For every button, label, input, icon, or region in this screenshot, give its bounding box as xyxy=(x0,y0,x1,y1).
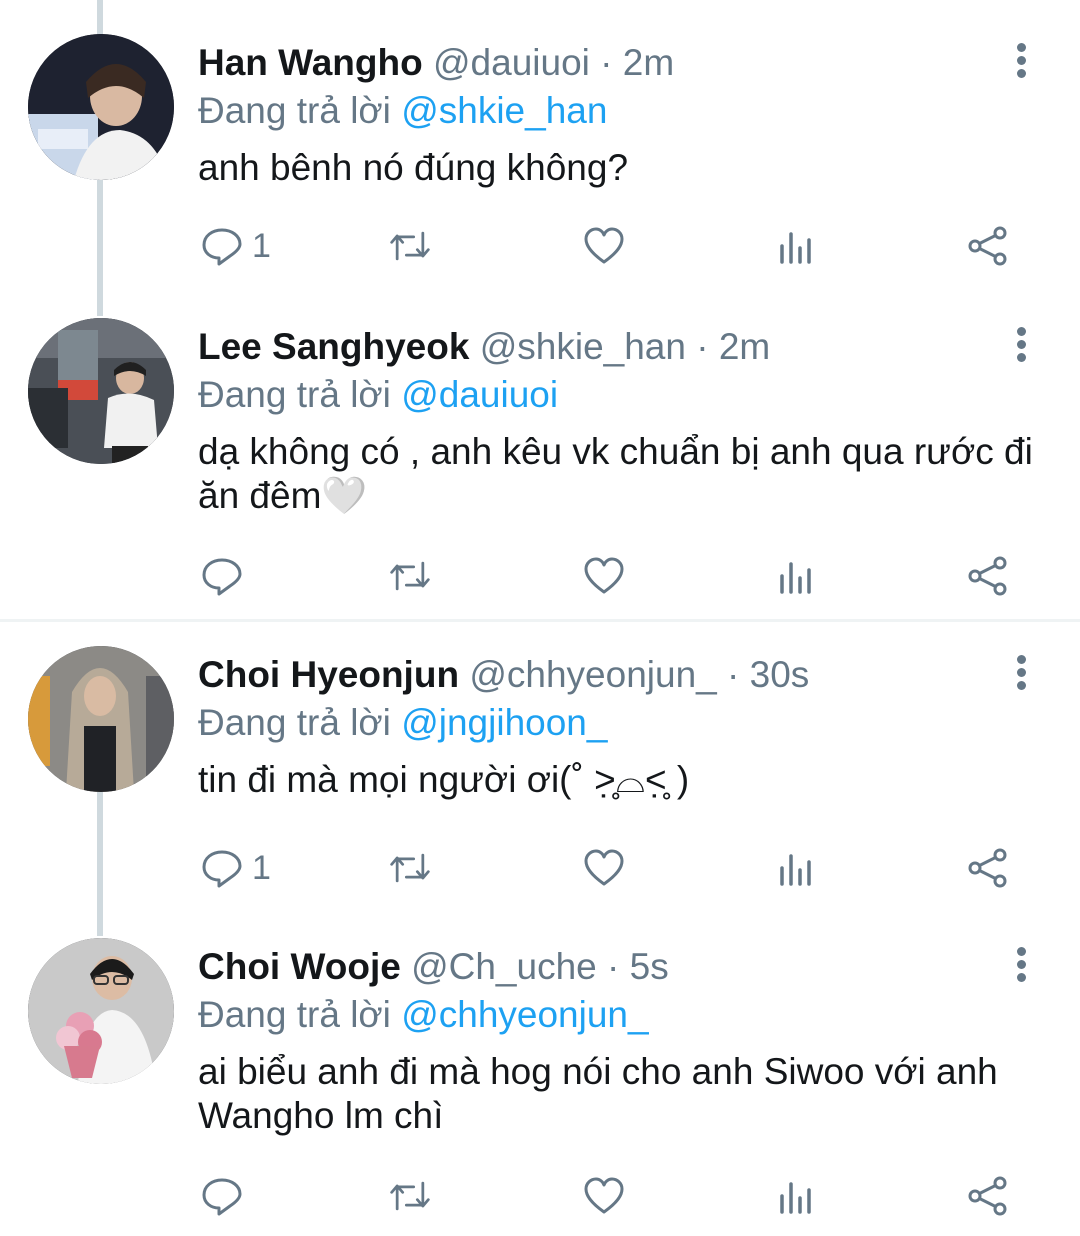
mention-link[interactable]: @dauiuoi xyxy=(401,374,558,415)
heart-icon xyxy=(584,849,624,886)
thread-line xyxy=(97,0,103,36)
mention-link[interactable]: @chhyeonjun_ xyxy=(401,994,648,1035)
reply-count: 1 xyxy=(252,226,271,265)
heart-icon xyxy=(584,1177,624,1214)
avatar[interactable] xyxy=(28,318,174,464)
tweet-text: tin đi mà mọi người ơi(˚ ˃̣̣̥⌓˂̣̣̥ ) xyxy=(198,759,690,800)
views-button[interactable] xyxy=(776,216,820,276)
views-icon xyxy=(780,232,811,264)
reply-icon xyxy=(202,1178,242,1216)
tweet-header: Choi Hyeonjun @chhyeonjun_ · 30s xyxy=(198,650,809,700)
like-button[interactable] xyxy=(582,1166,626,1226)
tweet-text: ai biểu anh đi mà hog nói cho anh Siwoo … xyxy=(198,1051,998,1136)
tweet-text: anh bênh nó đúng không? xyxy=(198,147,629,188)
more-vertical-icon[interactable] xyxy=(1006,944,1036,990)
views-icon xyxy=(780,1182,811,1214)
replying-to: Đang trả lời @jngjihoon_ xyxy=(198,698,607,748)
reply-button[interactable] xyxy=(200,546,252,606)
tweet-header: Han Wangho @dauiuoi · 2m xyxy=(198,38,674,88)
user-handle[interactable]: @chhyeonjun_ xyxy=(469,654,716,695)
views-icon xyxy=(780,562,811,594)
timestamp[interactable]: 5s xyxy=(630,946,669,987)
heart-icon xyxy=(584,227,624,264)
separator-dot: · xyxy=(596,946,630,987)
retweet-button[interactable] xyxy=(388,546,432,606)
retweet-button[interactable] xyxy=(388,216,432,276)
share-icon xyxy=(968,226,1007,266)
retweet-icon xyxy=(390,561,430,591)
mention-link[interactable]: @shkie_han xyxy=(401,90,607,131)
replying-to: Đang trả lời @chhyeonjun_ xyxy=(198,990,649,1040)
user-handle[interactable]: @dauiuoi xyxy=(433,42,590,83)
separator-dot: · xyxy=(716,654,750,695)
views-button[interactable] xyxy=(776,546,820,606)
display-name[interactable]: Lee Sanghyeok xyxy=(198,326,469,367)
tweet-actions xyxy=(0,1166,1080,1226)
heart-icon xyxy=(584,557,624,594)
reply-icon xyxy=(202,558,242,596)
replying-to: Đang trả lời @dauiuoi xyxy=(198,370,558,420)
display-name[interactable]: Han Wangho xyxy=(198,42,423,83)
share-button[interactable] xyxy=(966,1166,1010,1226)
retweet-icon xyxy=(390,853,430,883)
reply-icon xyxy=(202,850,242,888)
reply-icon xyxy=(202,228,242,266)
display-name[interactable]: Choi Hyeonjun xyxy=(198,654,459,695)
avatar[interactable] xyxy=(28,938,174,1084)
share-button[interactable] xyxy=(966,838,1010,898)
views-button[interactable] xyxy=(776,838,820,898)
more-vertical-icon[interactable] xyxy=(1006,652,1036,698)
reply-button[interactable]: 1 xyxy=(200,216,271,276)
divider xyxy=(0,619,1080,622)
tweet-text: dạ không có , anh kêu vk chuẩn bị anh qu… xyxy=(198,431,1033,516)
display-name[interactable]: Choi Wooje xyxy=(198,946,401,987)
avatar[interactable] xyxy=(28,646,174,792)
retweet-button[interactable] xyxy=(388,838,432,898)
timestamp[interactable]: 30s xyxy=(750,654,810,695)
like-button[interactable] xyxy=(582,838,626,898)
user-handle[interactable]: @Ch_uche xyxy=(411,946,597,987)
tweet-header: Choi Wooje @Ch_uche · 5s xyxy=(198,942,669,992)
share-icon xyxy=(968,848,1007,888)
retweet-icon xyxy=(390,231,430,261)
replying-to-label: Đang trả lời xyxy=(198,702,402,743)
separator-dot: · xyxy=(685,326,719,367)
timestamp[interactable]: 2m xyxy=(623,42,674,83)
reply-button[interactable] xyxy=(200,1166,252,1226)
replying-to: Đang trả lời @shkie_han xyxy=(198,86,607,136)
replying-to-label: Đang trả lời xyxy=(198,994,402,1035)
tweet-header: Lee Sanghyeok @shkie_han · 2m xyxy=(198,322,770,372)
mention-link[interactable]: @jngjihoon_ xyxy=(401,702,607,743)
reply-count: 1 xyxy=(252,848,271,887)
more-vertical-icon[interactable] xyxy=(1006,324,1036,370)
avatar[interactable] xyxy=(28,34,174,180)
more-vertical-icon[interactable] xyxy=(1006,40,1036,86)
views-button[interactable] xyxy=(776,1166,820,1226)
user-handle[interactable]: @shkie_han xyxy=(480,326,686,367)
like-button[interactable] xyxy=(582,546,626,606)
tweet-actions: 1 xyxy=(0,216,1080,276)
share-button[interactable] xyxy=(966,546,1010,606)
share-button[interactable] xyxy=(966,216,1010,276)
share-icon xyxy=(968,556,1007,596)
share-icon xyxy=(968,1176,1007,1216)
retweet-button[interactable] xyxy=(388,1166,432,1226)
replying-to-label: Đang trả lời xyxy=(198,90,402,131)
reply-button[interactable]: 1 xyxy=(200,838,271,898)
tweet-actions: 1 xyxy=(0,838,1080,898)
separator-dot: · xyxy=(589,42,623,83)
like-button[interactable] xyxy=(582,216,626,276)
timestamp[interactable]: 2m xyxy=(719,326,770,367)
views-icon xyxy=(780,854,811,886)
retweet-icon xyxy=(390,1181,430,1211)
tweet-actions xyxy=(0,546,1080,606)
replying-to-label: Đang trả lời xyxy=(198,374,402,415)
